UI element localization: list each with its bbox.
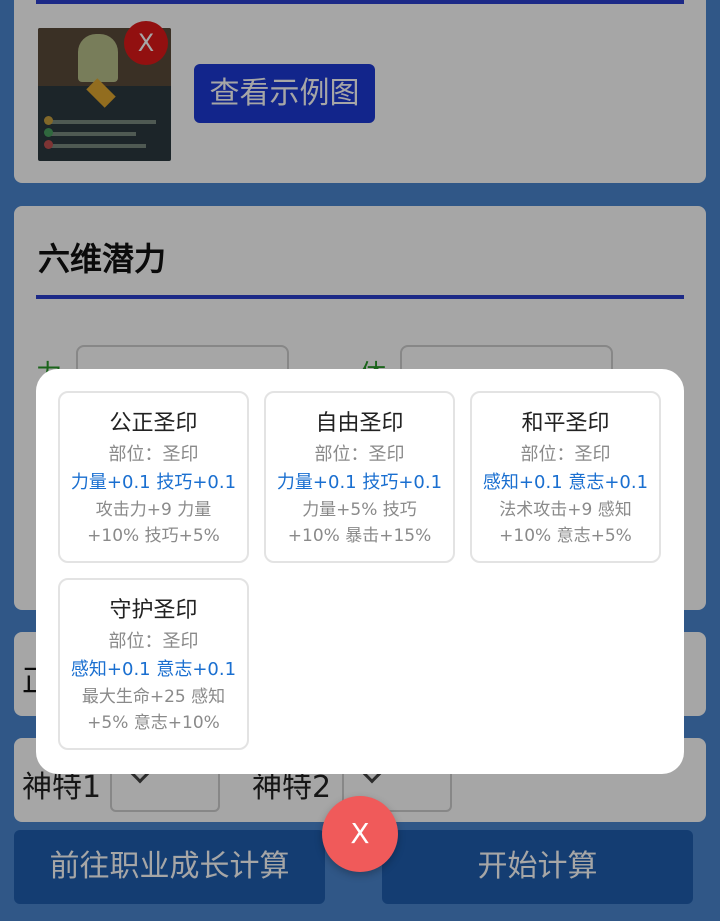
seal-slot: 部位：圣印 <box>520 444 611 465</box>
seal-option[interactable]: 和平圣印 部位：圣印 感知+0.1 意志+0.1 法术攻击+9 感知+10% 意… <box>470 391 661 563</box>
seal-growth: 力量+0.1 技巧+0.1 <box>276 472 443 493</box>
seal-description: 法术攻击+9 感知+10% 意志+5% <box>499 500 632 546</box>
seal-growth: 感知+0.1 意志+0.1 <box>482 472 649 493</box>
seal-name: 和平圣印 <box>521 411 610 436</box>
seal-slot: 部位：圣印 <box>108 444 199 465</box>
seal-description: 最大生命+25 感知+5% 意志+10% <box>81 687 226 733</box>
seal-option[interactable]: 公正圣印 部位：圣印 力量+0.1 技巧+0.1 攻击力+9 力量+10% 技巧… <box>58 391 249 563</box>
seal-option[interactable]: 守护圣印 部位：圣印 感知+0.1 意志+0.1 最大生命+25 感知+5% 意… <box>58 578 249 750</box>
seal-picker-modal: 公正圣印 部位：圣印 力量+0.1 技巧+0.1 攻击力+9 力量+10% 技巧… <box>36 369 684 774</box>
seal-name: 自由圣印 <box>315 411 404 436</box>
seal-growth: 感知+0.1 意志+0.1 <box>70 659 237 680</box>
seal-name: 守护圣印 <box>109 598 198 623</box>
close-modal-button[interactable]: X <box>322 796 398 872</box>
seal-slot: 部位：圣印 <box>108 631 199 652</box>
seal-growth: 力量+0.1 技巧+0.1 <box>70 472 237 493</box>
seal-slot: 部位：圣印 <box>314 444 405 465</box>
seal-name: 公正圣印 <box>109 411 198 436</box>
seal-option[interactable]: 自由圣印 部位：圣印 力量+0.1 技巧+0.1 力量+5% 技巧+10% 暴击… <box>264 391 455 563</box>
seal-description: 攻击力+9 力量+10% 技巧+5% <box>87 500 220 546</box>
seal-description: 力量+5% 技巧+10% 暴击+15% <box>287 500 432 546</box>
